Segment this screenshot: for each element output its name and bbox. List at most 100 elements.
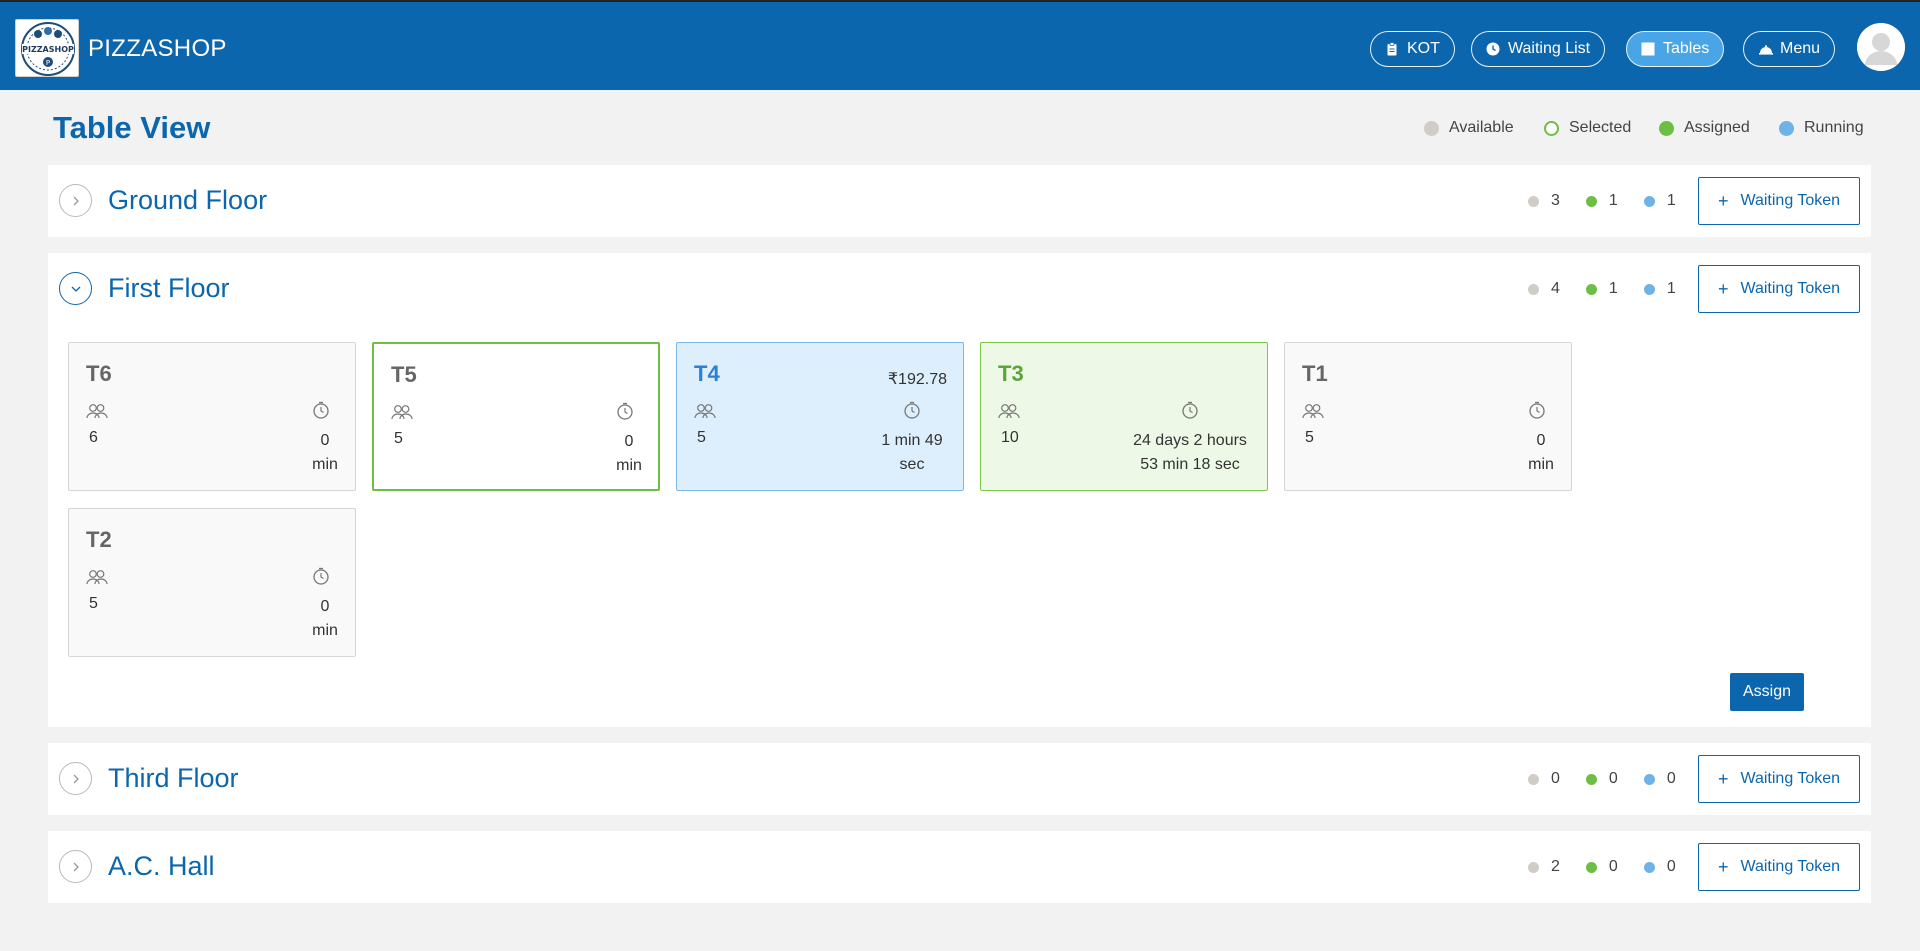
table-card-t4[interactable]: T4 ₹192.78 5 1 min 49 sec: [676, 342, 964, 491]
timer-icon: [1181, 401, 1199, 424]
running-count: 1: [1666, 280, 1676, 297]
floor-name[interactable]: First Floor: [108, 273, 230, 304]
running-dot-icon: [1643, 195, 1655, 207]
time-unit: sec: [899, 456, 925, 473]
available-dot-icon: [1528, 283, 1539, 295]
clock-icon: [1486, 42, 1500, 56]
waiting-token-label: Waiting Token: [1740, 858, 1841, 875]
table-capacity: 5: [1305, 429, 1314, 446]
nav-waiting-list-button[interactable]: Waiting List: [1471, 31, 1606, 67]
floor-panel-ac-hall: A.C. Hall 2 0 0 + Waiting Token: [48, 831, 1871, 903]
table-time: 0 min: [1521, 429, 1561, 477]
assign-button[interactable]: Assign: [1730, 673, 1804, 711]
table-card-t2[interactable]: T2 5 0 min: [68, 508, 356, 657]
assigned-count: 1: [1608, 280, 1618, 297]
floor-name[interactable]: A.C. Hall: [108, 851, 215, 882]
waiting-token-button[interactable]: + Waiting Token: [1698, 177, 1860, 225]
svg-text:PIZZASHOP: PIZZASHOP: [22, 45, 74, 54]
running-count: 0: [1666, 858, 1676, 875]
people-icon: [391, 404, 413, 425]
legend-assigned: Assigned: [1659, 119, 1750, 137]
floor-name[interactable]: Third Floor: [108, 763, 239, 794]
svg-text:P: P: [46, 59, 50, 67]
table-card-t3[interactable]: T3 10 24 days 2 hours 53 min 18 sec: [980, 342, 1268, 491]
floor-counts: 4 1 1: [1528, 280, 1702, 298]
cloche-icon: [1758, 42, 1773, 56]
table-capacity: 5: [394, 430, 403, 447]
time-unit: min: [312, 622, 338, 639]
time-unit: min: [616, 457, 642, 474]
time-value: 0: [624, 433, 634, 450]
floor-counts: 0 0 0: [1528, 770, 1702, 788]
available-dot-icon: [1528, 773, 1539, 785]
time-unit: min: [1528, 456, 1554, 473]
nav-kot-label: KOT: [1407, 40, 1440, 57]
assigned-dot-icon: [1585, 195, 1597, 207]
plus-icon: +: [1717, 768, 1729, 789]
expand-chevron-icon[interactable]: [59, 762, 92, 795]
timer-icon: [1528, 401, 1546, 424]
nav-kot-button[interactable]: KOT: [1370, 31, 1455, 67]
available-count: 4: [1551, 280, 1560, 297]
assigned-count: 1: [1608, 192, 1618, 209]
floor-counts: 2 0 0: [1528, 858, 1702, 876]
time-value: 0: [320, 432, 330, 449]
running-dot-icon: [1643, 861, 1655, 873]
pizzashop-logo[interactable]: PIZZASHOP P: [15, 19, 79, 77]
people-icon: [86, 569, 108, 590]
plus-icon: +: [1717, 278, 1729, 299]
floor-panel-ground: Ground Floor 3 1 1 + Waiting Token: [48, 165, 1871, 237]
nav-menu-label: Menu: [1780, 40, 1821, 57]
selected-dot-icon: [1544, 120, 1559, 136]
waiting-token-label: Waiting Token: [1740, 192, 1841, 209]
table-card-t6[interactable]: T6 6 0 min: [68, 342, 356, 491]
legend-label: Selected: [1569, 119, 1632, 136]
waiting-token-button[interactable]: + Waiting Token: [1698, 843, 1860, 891]
running-dot-icon: [1779, 120, 1794, 136]
floor-name[interactable]: Ground Floor: [108, 185, 267, 216]
floor-panel-third: Third Floor 0 0 0 + Waiting Token: [48, 743, 1871, 815]
brand-name: PIZZASHOP: [88, 35, 227, 62]
table-card-t5[interactable]: T5 5 0 min: [372, 342, 660, 491]
nav-tables-button[interactable]: Tables: [1626, 31, 1725, 67]
table-time: 24 days 2 hours 53 min 18 sec: [1120, 429, 1260, 477]
running-count: 0: [1666, 770, 1676, 787]
table-name: T4: [694, 361, 720, 386]
legend-selected: Selected: [1544, 119, 1631, 137]
table-card-t1[interactable]: T1 5 0 min: [1284, 342, 1572, 491]
waiting-token-button[interactable]: + Waiting Token: [1698, 265, 1860, 313]
legend-running: Running: [1779, 119, 1864, 137]
legend-label: Assigned: [1684, 119, 1750, 136]
nav-menu-button[interactable]: Menu: [1743, 31, 1836, 67]
nav-tables-label: Tables: [1663, 40, 1710, 57]
table-capacity: 5: [697, 429, 706, 446]
waiting-token-button[interactable]: + Waiting Token: [1698, 755, 1860, 803]
running-dot-icon: [1643, 773, 1655, 785]
table-capacity: 6: [89, 429, 98, 446]
available-count: 3: [1551, 192, 1560, 209]
nav-waiting-list-label: Waiting List: [1508, 40, 1591, 57]
table-capacity: 5: [89, 595, 98, 612]
expand-chevron-icon[interactable]: [59, 184, 92, 217]
clipboard-icon: [1385, 42, 1399, 56]
timer-icon: [616, 402, 634, 425]
table-capacity: 10: [1001, 429, 1019, 446]
user-avatar[interactable]: [1857, 23, 1905, 71]
table-name: T2: [86, 527, 112, 552]
table-name: T1: [1302, 361, 1328, 386]
time-value: 24 days 2 hours: [1133, 432, 1247, 449]
timer-icon: [903, 401, 921, 424]
expand-chevron-icon[interactable]: [59, 850, 92, 883]
table-time: 0 min: [609, 430, 649, 478]
assigned-dot-icon: [1585, 283, 1597, 295]
assigned-dot-icon: [1585, 773, 1597, 785]
table-name: T6: [86, 361, 112, 386]
plus-icon: +: [1717, 856, 1729, 877]
assigned-dot-icon: [1585, 861, 1597, 873]
top-navbar: PIZZASHOP P PIZZASHOP KOT Waiting List T…: [0, 0, 1920, 90]
legend-label: Running: [1804, 119, 1864, 136]
legend-label: Available: [1449, 119, 1514, 136]
table-time: 0 min: [305, 429, 345, 477]
assigned-count: 0: [1608, 858, 1618, 875]
collapse-chevron-icon[interactable]: [59, 272, 92, 305]
